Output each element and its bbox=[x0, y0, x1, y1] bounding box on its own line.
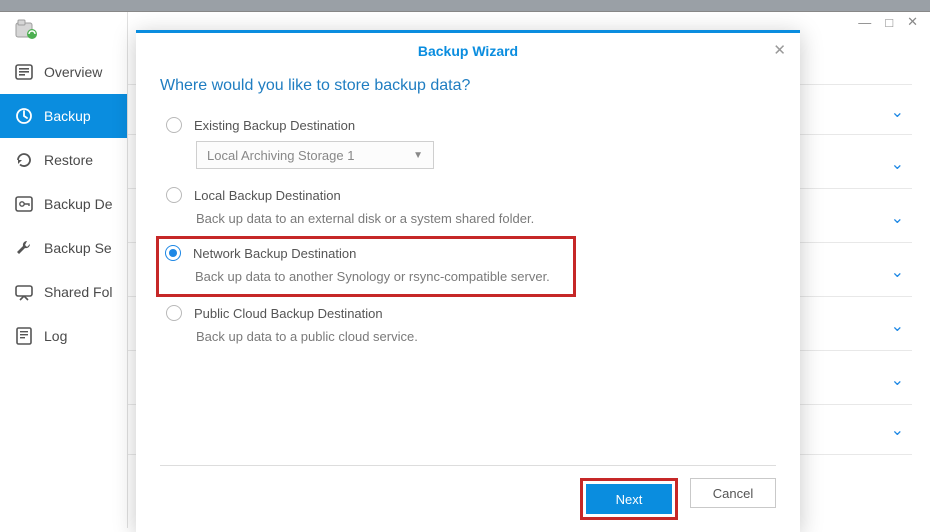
sidebar-item-label: Log bbox=[44, 328, 67, 344]
cancel-button[interactable]: Cancel bbox=[690, 478, 776, 508]
sidebar-item-shared-folder[interactable]: Shared Fol bbox=[0, 270, 127, 314]
log-icon bbox=[14, 326, 34, 346]
chevron-down-icon[interactable]: ⌄ bbox=[891, 154, 904, 174]
share-icon bbox=[14, 282, 34, 302]
close-icon[interactable]: ✕ bbox=[773, 41, 786, 59]
sidebar-item-label: Backup bbox=[44, 108, 91, 124]
option-description: Back up data to another Synology or rsyn… bbox=[195, 269, 563, 284]
modal-body: Where would you like to store backup dat… bbox=[136, 69, 800, 465]
chevron-down-icon[interactable]: ⌄ bbox=[891, 208, 904, 228]
maximize-button[interactable]: □ bbox=[885, 15, 893, 30]
highlight-next-button: Next bbox=[580, 478, 678, 520]
option-description: Back up data to an external disk or a sy… bbox=[196, 211, 776, 226]
option-label: Public Cloud Backup Destination bbox=[194, 306, 383, 321]
option-network-destination[interactable]: Network Backup Destination Back up data … bbox=[165, 245, 563, 284]
sidebar-item-label: Backup De bbox=[44, 196, 112, 212]
key-icon bbox=[14, 194, 34, 214]
sidebar-item-label: Overview bbox=[44, 64, 102, 80]
option-label: Existing Backup Destination bbox=[194, 118, 355, 133]
window-controls: — □ ✕ bbox=[858, 14, 918, 30]
sidebar-item-backup-services[interactable]: Backup Se bbox=[0, 226, 127, 270]
backup-icon bbox=[14, 106, 34, 126]
chevron-down-icon[interactable]: ⌄ bbox=[891, 316, 904, 336]
close-window-button[interactable]: ✕ bbox=[907, 14, 918, 30]
next-button[interactable]: Next bbox=[586, 484, 672, 514]
chevron-down-icon: ▼ bbox=[413, 150, 423, 161]
option-public-cloud-destination[interactable]: Public Cloud Backup Destination Back up … bbox=[160, 297, 776, 354]
sidebar: Overview Backup Restore Backup De Backup… bbox=[0, 12, 128, 528]
modal-footer: Next Cancel bbox=[160, 465, 776, 532]
titlebar bbox=[0, 0, 930, 12]
sidebar-item-overview[interactable]: Overview bbox=[0, 50, 127, 94]
sidebar-item-restore[interactable]: Restore bbox=[0, 138, 127, 182]
sidebar-item-label: Restore bbox=[44, 152, 93, 168]
option-existing-destination[interactable]: Existing Backup Destination Local Archiv… bbox=[160, 109, 776, 179]
minimize-button[interactable]: — bbox=[858, 15, 871, 30]
radio-icon[interactable] bbox=[166, 305, 182, 321]
modal-header: Backup Wizard ✕ bbox=[136, 33, 800, 69]
option-label: Local Backup Destination bbox=[194, 188, 341, 203]
radio-icon[interactable] bbox=[166, 117, 182, 133]
option-description: Back up data to a public cloud service. bbox=[196, 329, 776, 344]
option-local-destination[interactable]: Local Backup Destination Back up data to… bbox=[160, 179, 776, 236]
chevron-down-icon[interactable]: ⌄ bbox=[891, 102, 904, 122]
modal-title: Backup Wizard bbox=[418, 43, 518, 59]
radio-icon[interactable] bbox=[165, 245, 181, 261]
wrench-icon bbox=[14, 238, 34, 258]
radio-icon[interactable] bbox=[166, 187, 182, 203]
chevron-down-icon[interactable]: ⌄ bbox=[891, 370, 904, 390]
highlight-network-option: Network Backup Destination Back up data … bbox=[156, 236, 576, 297]
app-icon bbox=[14, 18, 40, 40]
chevron-down-icon[interactable]: ⌄ bbox=[891, 420, 904, 440]
sidebar-item-label: Shared Fol bbox=[44, 284, 112, 300]
sidebar-item-backup[interactable]: Backup bbox=[0, 94, 127, 138]
backup-wizard-modal: Backup Wizard ✕ Where would you like to … bbox=[136, 30, 800, 532]
select-value: Local Archiving Storage 1 bbox=[207, 148, 354, 163]
app-window: — □ ✕ Overview Backup Restore B bbox=[0, 12, 930, 528]
modal-question: Where would you like to store backup dat… bbox=[160, 77, 776, 95]
existing-destination-select[interactable]: Local Archiving Storage 1 ▼ bbox=[196, 141, 434, 169]
sidebar-item-backup-destination[interactable]: Backup De bbox=[0, 182, 127, 226]
overview-icon bbox=[14, 62, 34, 82]
option-label: Network Backup Destination bbox=[193, 246, 356, 261]
restore-icon bbox=[14, 150, 34, 170]
sidebar-item-label: Backup Se bbox=[44, 240, 112, 256]
chevron-down-icon[interactable]: ⌄ bbox=[891, 262, 904, 282]
sidebar-item-log[interactable]: Log bbox=[0, 314, 127, 358]
